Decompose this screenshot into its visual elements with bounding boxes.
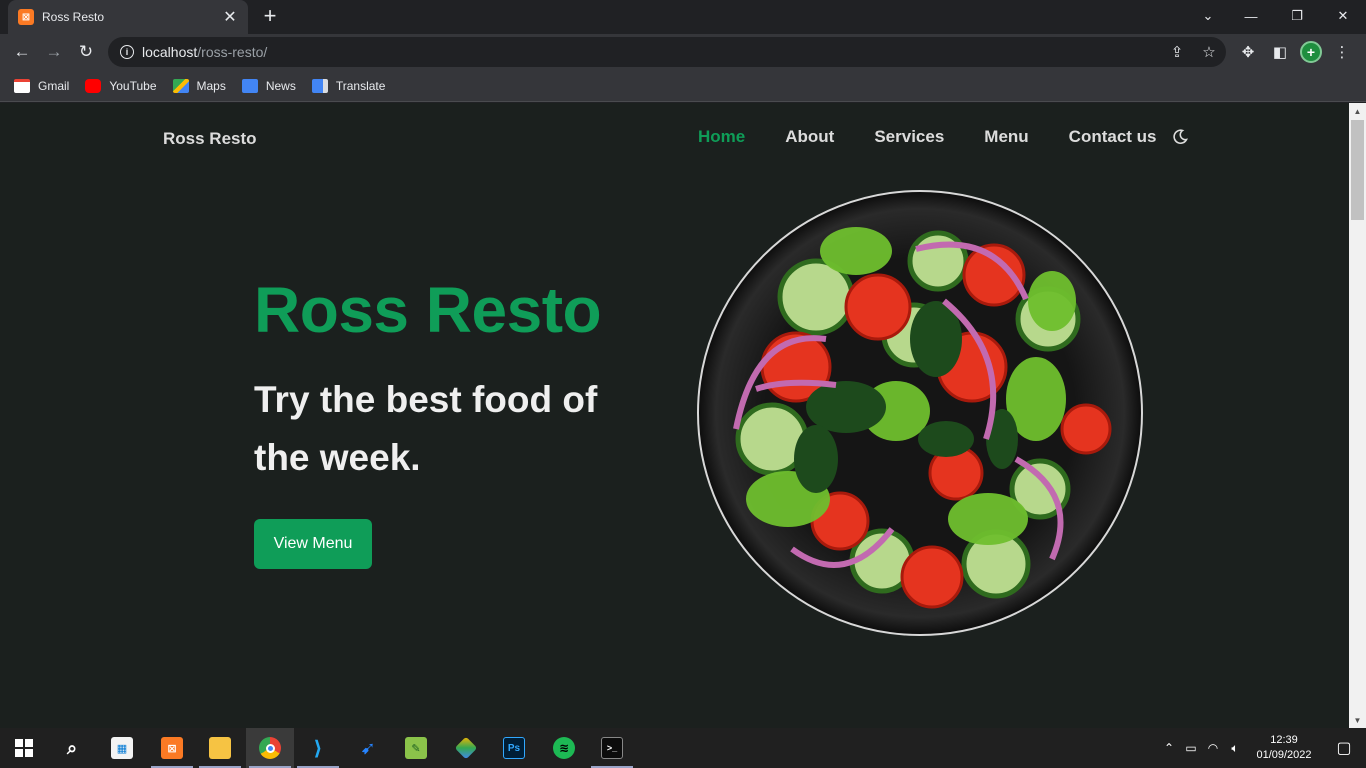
- side-panel-icon[interactable]: ◧: [1268, 40, 1292, 64]
- sourcetree-icon: ➹: [360, 737, 376, 758]
- wifi-icon[interactable]: ◠: [1202, 741, 1224, 755]
- photoshop-icon: Ps: [503, 737, 525, 759]
- chrome-icon: [259, 737, 281, 759]
- vscode-app[interactable]: ⟩: [294, 728, 342, 768]
- browser-toolbar: ← → ↻ i localhost/ross-resto/ ⇪ ☆ ✥ ◧ + …: [0, 34, 1366, 70]
- notepad-icon: ✎: [405, 737, 427, 759]
- url-host: localhost: [142, 44, 198, 60]
- spotify-icon: ≋: [553, 737, 575, 759]
- hero-subtitle: Try the best food of the week.: [254, 379, 598, 478]
- folder-icon: [209, 737, 231, 759]
- vscode-icon: ⟩: [313, 737, 323, 760]
- start-button[interactable]: [0, 728, 48, 768]
- git-app[interactable]: [442, 728, 490, 768]
- news-icon: [241, 78, 258, 93]
- bookmark-label: News: [265, 78, 296, 93]
- view-menu-button[interactable]: View Menu: [254, 519, 372, 569]
- nav-about[interactable]: About: [785, 127, 834, 147]
- store-app[interactable]: ▦: [98, 728, 146, 768]
- clock-time: 12:39: [1270, 734, 1298, 746]
- moon-icon[interactable]: [1172, 129, 1188, 145]
- xampp-icon: ⊠: [161, 737, 183, 759]
- page-viewport: Ross Resto Home About Services Menu Cont…: [0, 103, 1349, 728]
- windows-taskbar: ⌕ ▦ ⊠ ⟩ ➹ ✎ Ps ≋ >_ ⌃ ▭ ◠ 🔈︎ 12:39 01/09…: [0, 728, 1366, 768]
- battery-icon[interactable]: ▭: [1180, 741, 1202, 755]
- profile-avatar-icon[interactable]: +: [1300, 41, 1322, 63]
- tab-title: Ross Resto: [42, 10, 105, 24]
- file-explorer-app[interactable]: [196, 728, 244, 768]
- nav-contact[interactable]: Contact us: [1069, 127, 1157, 147]
- xampp-app[interactable]: ⊠: [148, 728, 196, 768]
- back-arrow-icon[interactable]: ←: [10, 40, 34, 64]
- main-nav: Home About Services Menu Contact us: [698, 127, 1157, 147]
- gmail-icon: [14, 78, 30, 93]
- bookmark-label: Translate: [335, 78, 386, 93]
- tab-search-icon[interactable]: ⌄: [1188, 0, 1228, 32]
- search-icon: ⌕: [66, 737, 78, 758]
- url-path: /ross-resto/: [197, 44, 268, 60]
- minimize-button[interactable]: —: [1228, 0, 1274, 32]
- scroll-up-arrow-icon[interactable]: ▲: [1349, 103, 1366, 119]
- scroll-down-arrow-icon[interactable]: ▼: [1349, 712, 1366, 728]
- page-scrollbar[interactable]: ▲ ▼: [1349, 103, 1366, 728]
- volume-icon[interactable]: 🔈︎: [1224, 741, 1246, 756]
- xampp-favicon-icon: ⊠: [18, 9, 34, 25]
- search-button[interactable]: ⌕: [48, 728, 96, 768]
- bookmark-label: YouTube: [109, 78, 157, 93]
- address-bar[interactable]: i localhost/ross-resto/ ⇪ ☆: [108, 37, 1226, 67]
- tab-strip: ⊠ Ross Resto ✕ + ⌄ — ❐ ✕: [0, 0, 1366, 34]
- bookmark-translate[interactable]: Translate: [311, 78, 386, 93]
- nav-services[interactable]: Services: [874, 127, 944, 147]
- notification-icon[interactable]: ▢: [1322, 738, 1366, 758]
- system-tray: ⌃ ▭ ◠ 🔈︎ 12:39 01/09/2022 ▢: [1158, 728, 1366, 768]
- bookmark-label: Gmail: [38, 78, 70, 93]
- window-controls: ⌄ — ❐ ✕: [1188, 0, 1366, 34]
- youtube-icon: [85, 78, 102, 93]
- translate-icon: [311, 78, 328, 93]
- close-window-button[interactable]: ✕: [1320, 0, 1366, 32]
- git-icon: [454, 736, 478, 760]
- nav-menu[interactable]: Menu: [984, 127, 1028, 147]
- hero-title: Ross Resto: [254, 274, 602, 346]
- terminal-app[interactable]: >_: [588, 728, 636, 768]
- sourcetree-app[interactable]: ➹: [344, 728, 392, 768]
- nav-home[interactable]: Home: [698, 127, 745, 147]
- bookmarks-bar: Gmail YouTube Maps News Translate: [0, 70, 1366, 102]
- bookmark-label: Maps: [196, 78, 226, 93]
- site-logo[interactable]: Ross Resto: [163, 129, 257, 149]
- maps-icon: [172, 78, 189, 93]
- new-tab-button[interactable]: +: [258, 5, 282, 29]
- store-icon: ▦: [111, 737, 133, 759]
- restore-button[interactable]: ❐: [1274, 0, 1320, 32]
- terminal-icon: >_: [601, 737, 623, 759]
- bookmark-news[interactable]: News: [241, 78, 296, 93]
- bookmark-gmail[interactable]: Gmail: [14, 78, 70, 93]
- notepad-app[interactable]: ✎: [392, 728, 440, 768]
- chrome-menu-icon[interactable]: ⋮: [1330, 40, 1354, 64]
- photoshop-app[interactable]: Ps: [490, 728, 538, 768]
- bookmark-youtube[interactable]: YouTube: [85, 78, 157, 93]
- extensions-puzzle-icon[interactable]: ✥: [1236, 40, 1260, 64]
- site-info-icon[interactable]: i: [120, 45, 134, 59]
- spotify-app[interactable]: ≋: [540, 728, 588, 768]
- share-icon[interactable]: ⇪: [1166, 42, 1188, 62]
- salad-plate-image: [697, 190, 1143, 636]
- browser-tab[interactable]: ⊠ Ross Resto ✕: [8, 0, 248, 34]
- close-tab-icon[interactable]: ✕: [222, 7, 238, 27]
- clock-date: 01/09/2022: [1256, 749, 1312, 761]
- bookmark-star-icon[interactable]: ☆: [1198, 42, 1220, 62]
- forward-arrow-icon[interactable]: →: [42, 40, 66, 64]
- scroll-thumb[interactable]: [1351, 120, 1364, 220]
- taskbar-clock[interactable]: 12:39 01/09/2022: [1246, 733, 1322, 763]
- bookmark-maps[interactable]: Maps: [172, 78, 226, 93]
- chevron-up-icon[interactable]: ⌃: [1158, 741, 1180, 755]
- reload-icon[interactable]: ↻: [74, 40, 98, 64]
- windows-logo-icon: [15, 739, 33, 757]
- chrome-app[interactable]: [246, 728, 294, 768]
